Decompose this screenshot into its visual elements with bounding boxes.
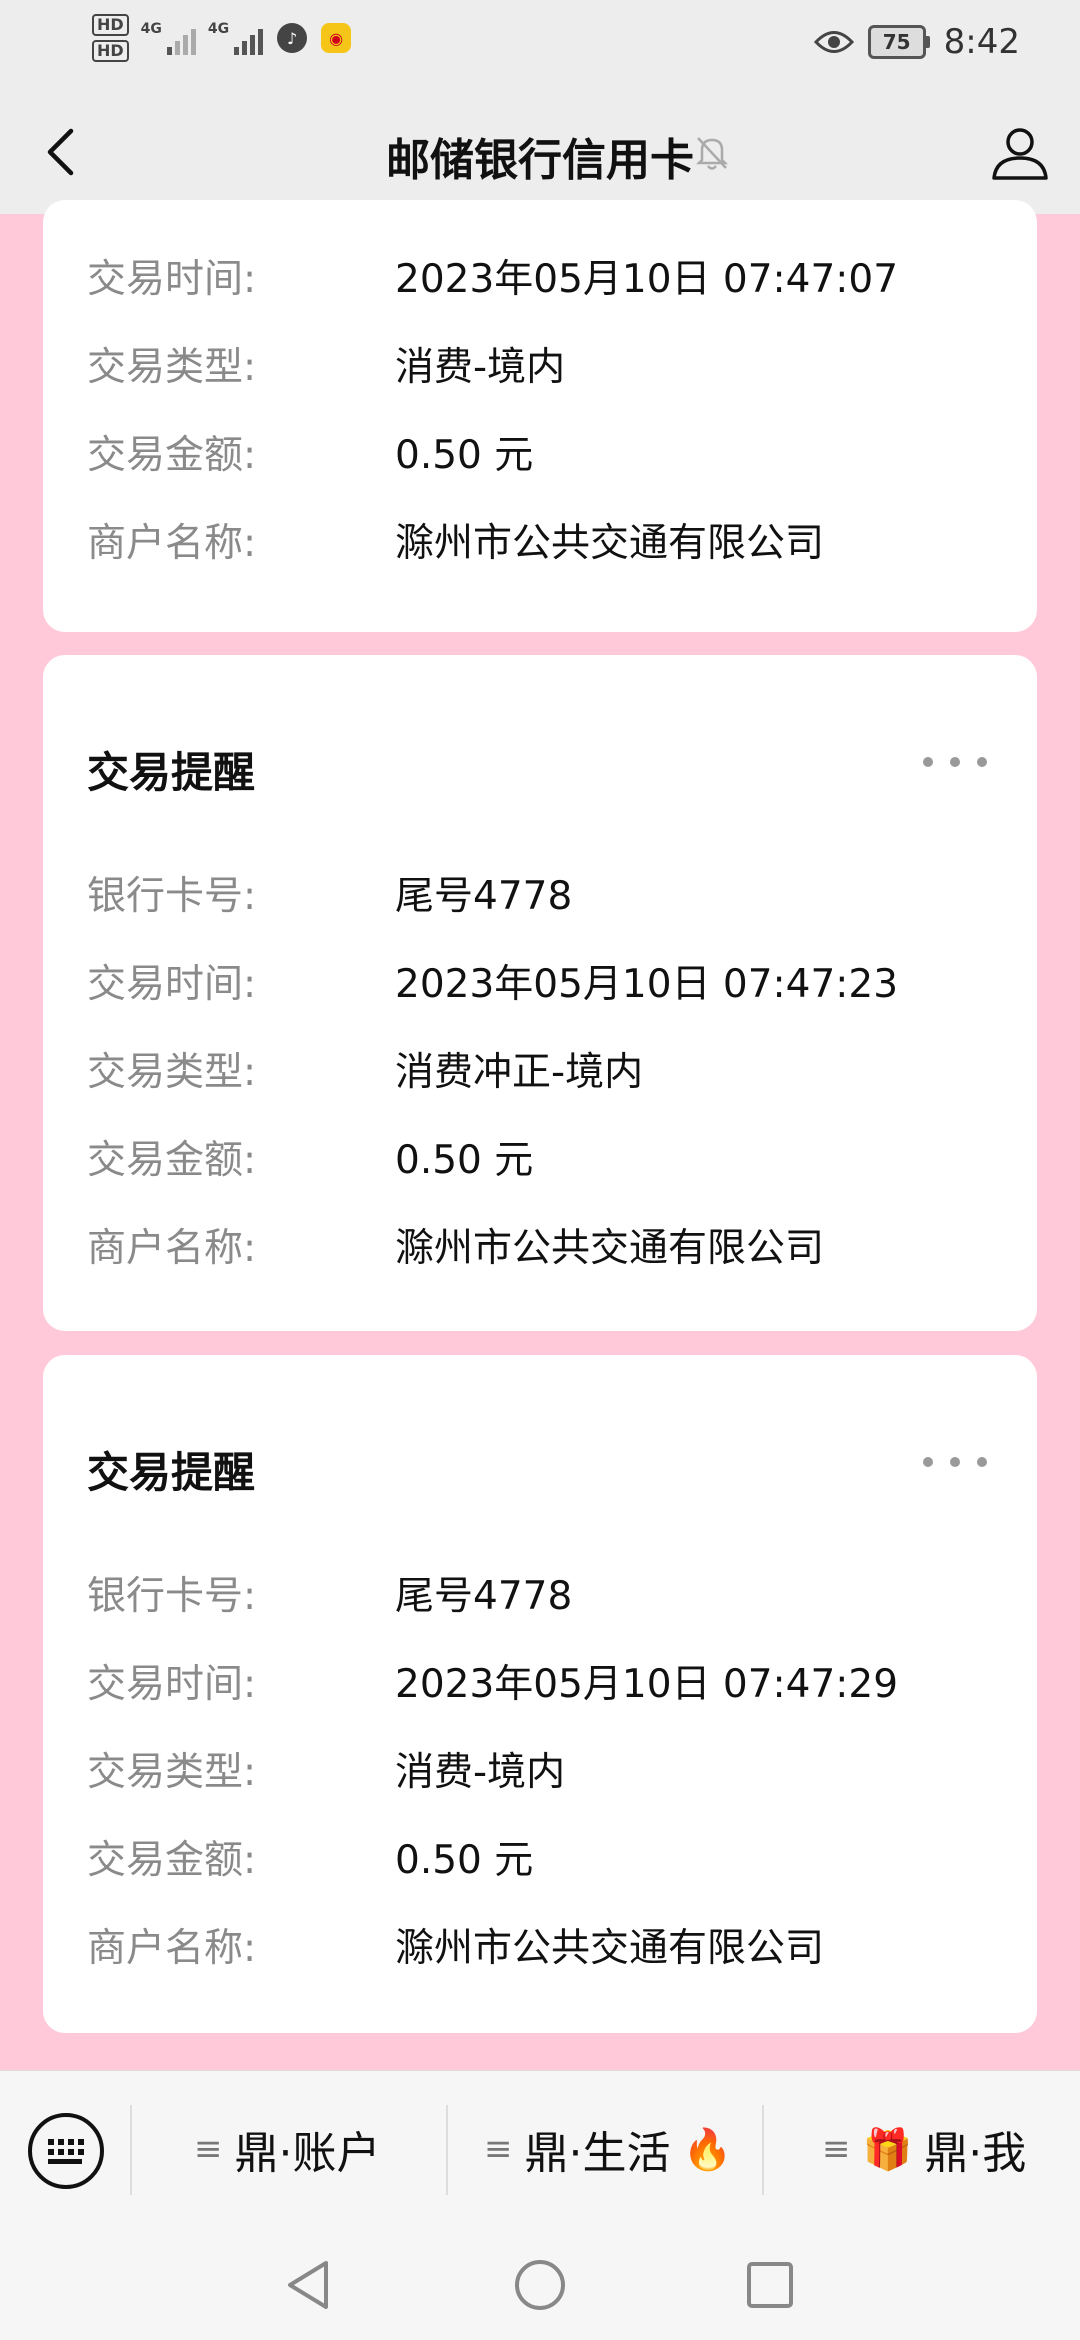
menu-item-account[interactable]: ≡ 鼎·账户 <box>194 2119 381 2179</box>
battery-level: 75 <box>867 25 926 59</box>
row-label: 交易类型: <box>87 1050 257 1095</box>
row-value: 0.50 元 <box>395 433 534 478</box>
menu-item-me[interactable]: ≡ 🎁 鼎·我 <box>822 2119 1027 2180</box>
page-title: 邮储银行信用卡 <box>386 135 694 186</box>
row-value: 消费-境内 <box>395 345 566 390</box>
voice-assistant-icon: ♪ <box>277 23 308 53</box>
menu-list-icon: ≡ <box>194 2129 223 2169</box>
row-value: 消费-境内 <box>395 1750 566 1795</box>
card-row: 交易类型: 消费-境内 <box>87 336 1007 396</box>
menu-divider <box>446 2105 448 2195</box>
card-title: 交易提醒 <box>87 748 256 797</box>
fire-icon: 🔥 <box>682 2126 733 2173</box>
signal1-icon: 4G <box>141 21 196 55</box>
card-row: 交易类型: 消费冲正-境内 <box>87 1041 1007 1101</box>
transaction-card: 交易提醒 银行卡号: 尾号4778 交易时间: 2023年05月10日 07:4… <box>43 655 1037 1331</box>
card-row: 交易金额: 0.50 元 <box>87 1129 1007 1189</box>
menu-item-label: 鼎·生活 <box>524 2128 671 2179</box>
menu-item-label: 鼎·账户 <box>234 2128 381 2179</box>
nav-home-icon[interactable] <box>510 2255 570 2315</box>
row-value: 消费冲正-境内 <box>395 1050 644 1095</box>
transaction-card: 交易时间: 2023年05月10日 07:47:07 交易类型: 消费-境内 交… <box>43 200 1037 632</box>
transaction-card: 交易提醒 银行卡号: 尾号4778 交易时间: 2023年05月10日 07:4… <box>43 1355 1037 2033</box>
more-options-button[interactable] <box>923 1447 987 1477</box>
hd-indicators: HD HD <box>92 14 129 62</box>
row-label: 交易时间: <box>87 1662 257 1707</box>
card-row: 交易金额: 0.50 元 <box>87 1829 1007 1889</box>
row-value: 尾号4778 <box>395 874 573 919</box>
card-row: 商户名称: 滁州市公共交通有限公司 <box>87 1917 1007 1977</box>
row-label: 商户名称: <box>87 1226 257 1271</box>
dot-icon <box>923 1457 933 1467</box>
clock: 8:42 <box>943 22 1020 62</box>
card-row: 银行卡号: 尾号4778 <box>87 865 1007 925</box>
card-row: 银行卡号: 尾号4778 <box>87 1565 1007 1625</box>
status-right: 75 8:42 <box>813 22 1020 62</box>
card-row: 商户名称: 滁州市公共交通有限公司 <box>87 1217 1007 1277</box>
hd2-indicator: HD <box>92 40 129 62</box>
menu-item-label: 鼎·我 <box>924 2128 1027 2179</box>
row-value: 2023年05月10日 07:47:23 <box>395 962 899 1007</box>
row-value: 滁州市公共交通有限公司 <box>395 521 825 566</box>
card-row: 交易类型: 消费-境内 <box>87 1741 1007 1801</box>
row-label: 交易时间: <box>87 962 257 1007</box>
row-label: 交易时间: <box>87 257 257 302</box>
hd1-indicator: HD <box>92 14 129 36</box>
nav-recents-icon[interactable] <box>740 2255 800 2315</box>
eye-icon <box>813 31 854 53</box>
menu-list-icon: ≡ <box>822 2129 851 2169</box>
card-row: 交易时间: 2023年05月10日 07:47:23 <box>87 953 1007 1013</box>
more-options-button[interactable] <box>923 747 987 777</box>
dot-icon <box>923 757 933 767</box>
row-value: 2023年05月10日 07:47:07 <box>395 257 899 302</box>
row-label: 交易类型: <box>87 1750 257 1795</box>
row-value: 尾号4778 <box>395 1574 573 1619</box>
menu-divider <box>130 2105 132 2195</box>
signal2-label: 4G <box>207 21 230 37</box>
card-row: 交易时间: 2023年05月10日 07:47:07 <box>87 248 1007 308</box>
status-bar: HD HD 4G 4G ♪ ◉ 75 8:42 <box>0 0 1080 90</box>
card-row: 交易金额: 0.50 元 <box>87 424 1007 484</box>
card-row: 交易时间: 2023年05月10日 07:47:29 <box>87 1653 1007 1713</box>
dot-icon <box>950 1457 960 1467</box>
weibo-icon: ◉ <box>321 23 352 53</box>
profile-icon[interactable] <box>988 120 1052 184</box>
row-value: 0.50 元 <box>395 1838 534 1883</box>
menu-list-icon: ≡ <box>484 2129 513 2169</box>
row-label: 商户名称: <box>87 521 257 566</box>
bottom-menu: ≡ 鼎·账户 ≡ 鼎·生活 🔥 ≡ 🎁 鼎·我 <box>0 2070 1080 2226</box>
bell-muted-icon <box>695 137 729 170</box>
row-label: 交易金额: <box>87 1838 257 1883</box>
signal1-label: 4G <box>140 21 162 37</box>
row-label: 商户名称: <box>87 1926 257 1971</box>
row-value: 0.50 元 <box>395 1138 534 1183</box>
nav-back-icon[interactable] <box>280 2255 340 2315</box>
gift-icon: 🎁 <box>862 2126 913 2173</box>
row-value: 滁州市公共交通有限公司 <box>395 1926 825 1971</box>
dot-icon <box>977 1457 987 1467</box>
title-bar: 邮储银行信用卡 <box>0 90 1080 214</box>
card-title: 交易提醒 <box>87 1448 256 1497</box>
status-left: HD HD 4G 4G ♪ ◉ <box>92 14 352 62</box>
keyboard-toggle-button[interactable] <box>28 2113 104 2189</box>
menu-item-life[interactable]: ≡ 鼎·生活 🔥 <box>484 2119 733 2180</box>
row-label: 银行卡号: <box>87 874 257 919</box>
row-value: 2023年05月10日 07:47:29 <box>395 1662 899 1707</box>
card-row: 商户名称: 滁州市公共交通有限公司 <box>87 512 1007 572</box>
menu-divider <box>762 2105 764 2195</box>
row-label: 交易金额: <box>87 433 257 478</box>
keyboard-icon <box>48 2138 84 2164</box>
row-label: 银行卡号: <box>87 1574 257 1619</box>
battery-icon: 75 <box>867 25 930 59</box>
dot-icon <box>977 757 987 767</box>
dot-icon <box>950 757 960 767</box>
row-label: 交易金额: <box>87 1138 257 1183</box>
signal2-icon: 4G <box>207 21 264 55</box>
system-nav-bar <box>0 2225 1080 2340</box>
row-value: 滁州市公共交通有限公司 <box>395 1226 825 1271</box>
row-label: 交易类型: <box>87 345 257 390</box>
